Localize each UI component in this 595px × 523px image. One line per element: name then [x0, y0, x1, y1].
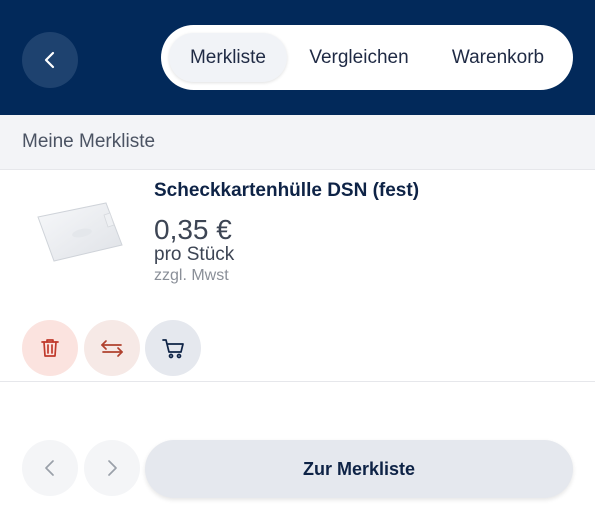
go-to-wishlist-button[interactable]: Zur Merkliste [145, 440, 573, 498]
divider [0, 381, 595, 382]
delete-button[interactable] [22, 320, 78, 376]
tab-bar: Merkliste Vergleichen Warenkorb [161, 25, 573, 90]
compare-button[interactable] [84, 320, 140, 376]
back-button[interactable] [22, 32, 78, 88]
chevron-left-icon [39, 49, 61, 71]
previous-button[interactable] [22, 440, 78, 496]
next-button[interactable] [84, 440, 140, 496]
trash-icon [38, 336, 62, 360]
chevron-right-icon [102, 458, 122, 478]
cart-icon [160, 335, 186, 361]
chevron-left-icon [40, 458, 60, 478]
section-header: Meine Merkliste [0, 115, 595, 170]
tab-warenkorb[interactable]: Warenkorb [441, 33, 555, 82]
compare-arrows-icon [99, 336, 125, 360]
vat-note: zzgl. Mwst [154, 267, 229, 284]
add-to-cart-button[interactable] [145, 320, 201, 376]
tab-vergleichen[interactable]: Vergleichen [297, 33, 421, 82]
section-title: Meine Merkliste [22, 131, 156, 152]
product-name[interactable]: Scheckkartenhülle DSN (fest) [154, 180, 419, 202]
price-unit: pro Stück [154, 244, 235, 265]
product-price: 0,35 € [154, 214, 232, 245]
product-image[interactable] [30, 195, 130, 275]
tab-merkliste[interactable]: Merkliste [169, 33, 287, 82]
app-header: Merkliste Vergleichen Warenkorb [0, 0, 595, 115]
